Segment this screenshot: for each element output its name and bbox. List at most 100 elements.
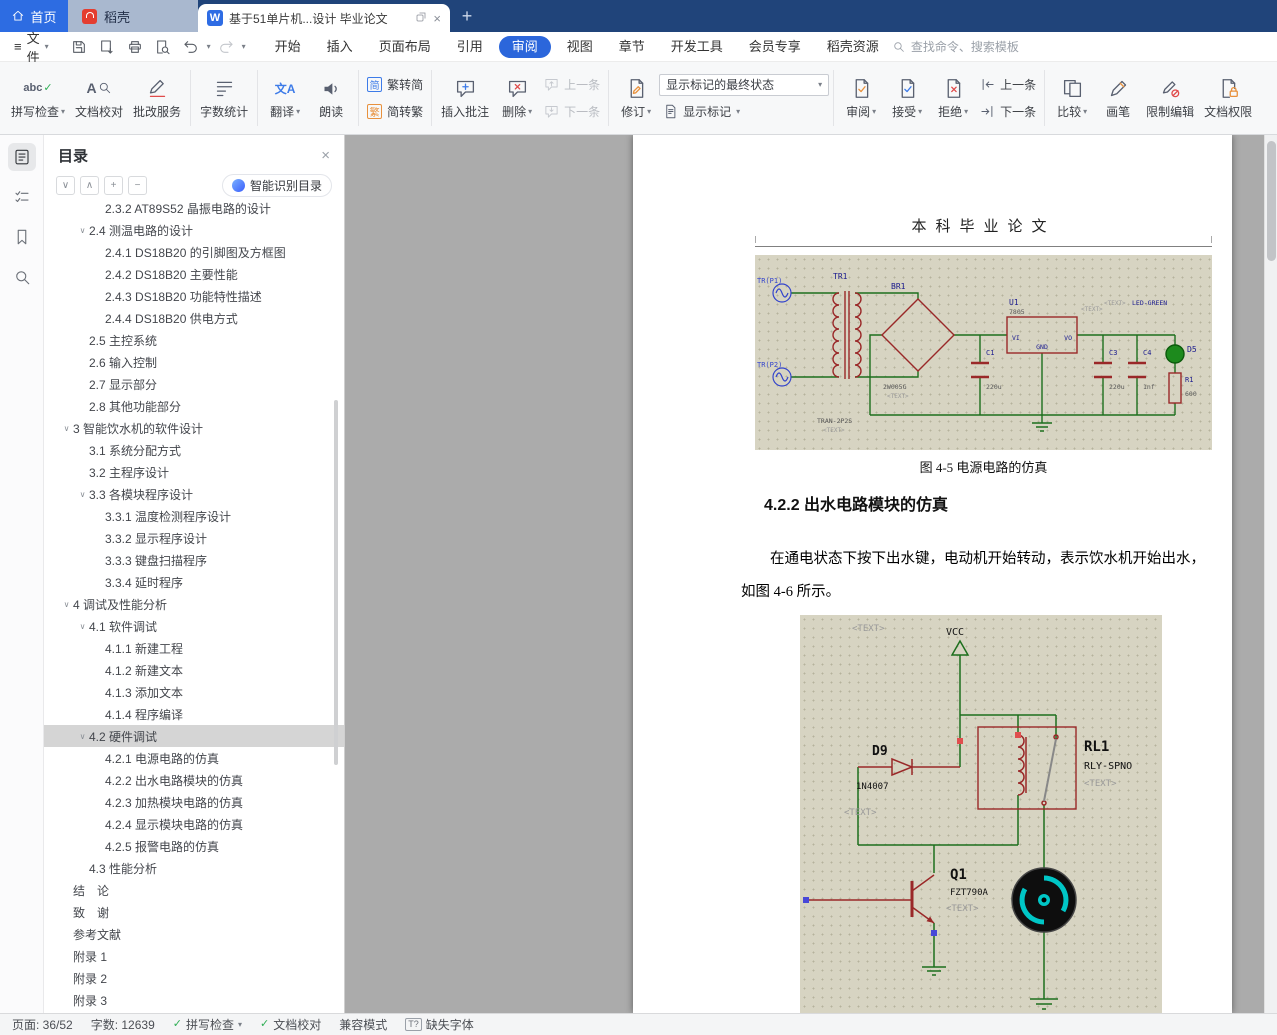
spell-check-indicator[interactable]: ✓ 拼写检查 ▾ [173, 1016, 242, 1033]
close-icon[interactable]: × [321, 147, 330, 164]
page-header-text[interactable]: 本科毕业论文 [755, 215, 1212, 236]
document-scrollbar-thumb[interactable] [1267, 141, 1276, 261]
outline-panel-button[interactable] [7, 143, 36, 171]
document-page[interactable]: 本科毕业论文 TR(P1) TR(P2) TR1 BR1 U1 D5 C1 C3… [633, 135, 1232, 1013]
menu-tab[interactable]: 审阅 [498, 35, 551, 58]
menu-tab[interactable]: 章节 [606, 32, 658, 62]
toc-item[interactable]: ∨ 4.1 软件调试 [44, 615, 344, 637]
toc-item[interactable]: 2.6 输入控制 [44, 351, 344, 373]
body-paragraph[interactable]: 在通电状态下按下出水键，电动机开始转动，表示饮水机开始出水， 如图 4-6 所示… [741, 543, 1213, 609]
toc-item[interactable]: ∨ 2.4 测温电路的设计 [44, 219, 344, 241]
menu-tab[interactable]: 稻壳资源 [814, 32, 892, 62]
toc-item[interactable]: 4.1.3 添加文本 [44, 681, 344, 703]
zoom-in-outline-button[interactable]: + [104, 176, 123, 195]
translate-button[interactable]: 文A 翻译 ▾ [262, 66, 308, 130]
toc-item[interactable]: 2.7 显示部分 [44, 373, 344, 395]
markup-state-combobox[interactable]: 显示标记的最终状态 ▾ [659, 73, 830, 96]
toc-scrollbar-thumb[interactable] [334, 400, 338, 765]
toc-item[interactable]: 2.8 其他功能部分 [44, 395, 344, 417]
toc-item[interactable]: 附录 1 [44, 945, 344, 967]
toc-item[interactable]: 2.5 主控系统 [44, 329, 344, 351]
toc-item[interactable]: 4.3 性能分析 [44, 857, 344, 879]
undo-caret-icon[interactable]: ▾ [207, 42, 211, 51]
customize-toolbar-caret-icon[interactable]: ▾ [242, 42, 246, 51]
doc-proof-indicator[interactable]: ✓ 文档校对 [260, 1016, 321, 1033]
menu-tab[interactable]: 开始 [262, 32, 314, 62]
menu-tab[interactable]: 会员专享 [736, 32, 814, 62]
track-changes-button[interactable]: 修订 ▾ [613, 66, 659, 130]
expander-icon[interactable]: ∨ [76, 490, 89, 499]
document-tab[interactable]: W 基于51单片机...设计 毕业论文 × [198, 4, 450, 32]
toc-item[interactable]: 3.1 系统分配方式 [44, 439, 344, 461]
prev-change-button[interactable]: 上一条 [976, 74, 1040, 96]
tab-external-icon[interactable] [415, 11, 427, 26]
zoom-out-outline-button[interactable]: − [128, 176, 147, 195]
toc-item[interactable]: 4.2.3 加热模块电路的仿真 [44, 791, 344, 813]
menu-tab[interactable]: 开发工具 [658, 32, 736, 62]
next-change-button[interactable]: 下一条 [976, 101, 1040, 123]
toc-item[interactable]: 2.4.2 DS18B20 主要性能 [44, 263, 344, 285]
show-markup-button[interactable]: 显示标记 ▾ [659, 101, 829, 123]
toc-item[interactable]: 2.4.1 DS18B20 的引脚图及方框图 [44, 241, 344, 263]
missing-font-indicator[interactable]: T? 缺失字体 [405, 1016, 474, 1033]
prev-comment-button[interactable]: 上一条 [540, 74, 604, 96]
spell-check-button[interactable]: abc ✓ 拼写检查 ▾ [6, 66, 70, 130]
task-list-panel-button[interactable] [8, 183, 36, 211]
restrict-editing-button[interactable]: 限制编辑 [1141, 66, 1199, 130]
paragraph-line[interactable]: 在通电状态下按下出水键，电动机开始转动，表示饮水机开始出水， [741, 543, 1213, 576]
tab-close-icon[interactable]: × [433, 12, 441, 25]
redo-button[interactable] [214, 36, 239, 58]
word-count-indicator[interactable]: 字数: 12639 [91, 1016, 155, 1033]
toc-item[interactable]: 4.2.5 报警电路的仿真 [44, 835, 344, 857]
expander-icon[interactable]: ∨ [76, 732, 89, 741]
toc-item[interactable]: 3.3.2 显示程序设计 [44, 527, 344, 549]
figure-relay-circuit[interactable]: VCC D9 1N4007 RL1 RLY-SPNO Q1 FZT790A <T… [800, 615, 1162, 1013]
toc-item[interactable]: ∨ 3 智能饮水机的软件设计 [44, 417, 344, 439]
doc-proof-button[interactable]: A 文档校对 [70, 66, 128, 130]
file-menu-button[interactable]: ≡ 文件 ▾ [0, 28, 59, 66]
menu-tab[interactable]: 视图 [554, 32, 606, 62]
toc-item[interactable]: 附录 2 [44, 967, 344, 989]
trad-to-simp-button[interactable]: 简 繁转简 [363, 74, 427, 96]
bookmark-panel-button[interactable] [8, 223, 36, 251]
toc-item[interactable]: 2.4.4 DS18B20 供电方式 [44, 307, 344, 329]
undo-button[interactable] [179, 36, 204, 58]
toc-item[interactable]: 3.3.3 键盘扫描程序 [44, 549, 344, 571]
print-preview-button[interactable] [151, 36, 176, 58]
toc-item[interactable]: 4.1.4 程序编译 [44, 703, 344, 725]
expander-icon[interactable]: ∨ [76, 622, 89, 631]
toc-item[interactable]: 4.2.1 电源电路的仿真 [44, 747, 344, 769]
toc-item[interactable]: 参考文献 [44, 923, 344, 945]
review-button[interactable]: 审阅 ▾ [838, 66, 884, 130]
print-button[interactable] [123, 36, 148, 58]
correction-service-button[interactable]: 批改服务 [128, 66, 186, 130]
insert-comment-button[interactable]: 插入批注 [436, 66, 494, 130]
collapse-all-button[interactable]: ∧ [80, 176, 99, 195]
docer-tab[interactable]: 稻壳 [68, 0, 198, 32]
figure-caption[interactable]: 图 4-5 电源电路的仿真 [755, 457, 1212, 476]
pen-button[interactable]: 画笔 [1095, 66, 1141, 130]
toc-item[interactable]: 4.2.2 出水电路模块的仿真 [44, 769, 344, 791]
read-aloud-button[interactable]: 朗读 [308, 66, 354, 130]
compat-mode-indicator[interactable]: 兼容模式 [339, 1016, 387, 1033]
expander-icon[interactable]: ∨ [76, 226, 89, 235]
toc-item[interactable]: 致 谢 [44, 901, 344, 923]
toc-item[interactable]: 3.3.1 温度检测程序设计 [44, 505, 344, 527]
page-indicator[interactable]: 页面: 36/52 [12, 1016, 73, 1033]
next-comment-button[interactable]: 下一条 [540, 101, 604, 123]
paragraph-line[interactable]: 如图 4-6 所示。 [741, 576, 1213, 609]
accept-change-button[interactable]: 接受 ▾ [884, 66, 930, 130]
smart-toc-button[interactable]: 智能识别目录 [221, 174, 332, 197]
toc-item[interactable]: ∨ 4 调试及性能分析 [44, 593, 344, 615]
reject-change-button[interactable]: 拒绝 ▾ [930, 66, 976, 130]
toc-item[interactable]: 结 论 [44, 879, 344, 901]
menu-tab[interactable]: 插入 [314, 32, 366, 62]
expander-icon[interactable]: ∨ [60, 600, 73, 609]
menu-tab[interactable]: 引用 [444, 32, 496, 62]
section-heading[interactable]: 4.2.2 出水电路模块的仿真 [764, 491, 948, 515]
document-scrollbar[interactable] [1264, 135, 1277, 1013]
doc-permission-button[interactable]: 文档权限 [1199, 66, 1257, 130]
save-button[interactable] [67, 36, 92, 58]
compare-button[interactable]: 比较 ▾ [1049, 66, 1095, 130]
toc-item[interactable]: 4.2.4 显示模块电路的仿真 [44, 813, 344, 835]
